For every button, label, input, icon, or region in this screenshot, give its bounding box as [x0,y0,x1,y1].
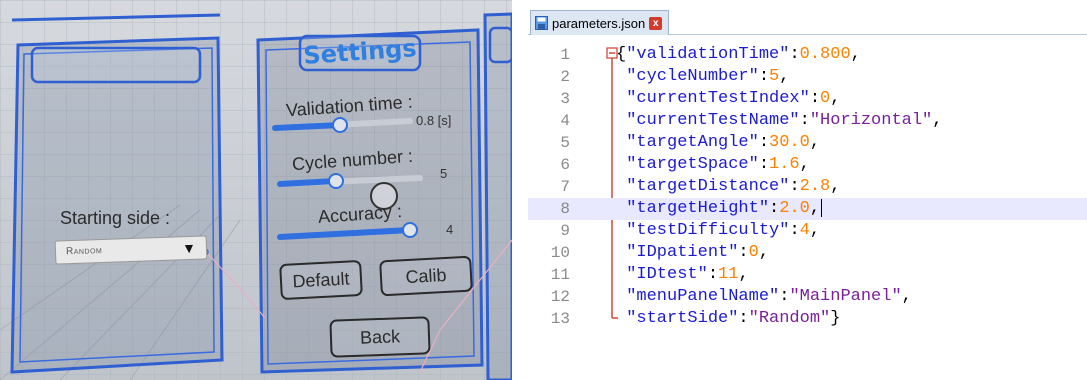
code-text: "IDtest":11, [626,265,749,284]
code-text: "targetHeight":2.0, [626,198,823,218]
json-key: "targetSpace" [626,155,759,174]
json-key: "currentTestIndex" [626,89,810,108]
code-line[interactable]: 12 "menuPanelName":"MainPanel", [528,286,1087,308]
code-text: "cycleNumber":5, [626,67,790,86]
line-number: 11 [550,266,570,284]
json-key: "validationTime" [626,45,790,64]
left-panel-frame [10,13,224,374]
code-line[interactable]: 11 "IDtest":11, [528,264,1087,286]
line-number: 9 [560,222,570,240]
code-line[interactable]: 10 "IDpatient":0, [528,242,1087,264]
tab-label: parameters.json [552,15,646,31]
line-number: 12 [550,288,570,306]
json-value: 1.6 [769,155,800,174]
code-line[interactable]: 13 "startSide":"Random"} [528,308,1087,330]
default-button[interactable]: Default [279,259,363,301]
code-text: "targetAngle":30.0, [626,133,821,152]
json-value: 0 [820,89,831,108]
code-line[interactable]: 6 "targetSpace":1.6, [528,154,1087,176]
code-text: "menuPanelName":"MainPanel", [626,287,912,306]
code-text: "currentTestName":"Horizontal", [626,111,943,130]
line-number: 8 [560,200,570,218]
json-key: "targetDistance" [626,177,790,196]
accuracy-value: 4 [446,222,454,237]
text-editor: parameters.json x 1 {"validationTime":0.8… [528,0,1087,380]
text-cursor [821,198,823,217]
code-line[interactable]: 5 "targetAngle":30.0, [528,132,1087,154]
line-number: 6 [560,156,570,174]
calib-button[interactable]: Calib [379,255,473,297]
json-key: "targetAngle" [626,133,759,152]
json-key: "testDifficulty" [626,221,790,240]
line-number: 5 [560,134,570,152]
json-key: "targetHeight" [626,199,770,218]
json-value: 2.0 [779,199,810,218]
json-key: "currentTestName" [626,111,800,130]
code-area[interactable]: 1 {"validationTime":0.800, 2 "cycleNumber"… [528,42,1087,380]
json-key: "startSide" [626,309,739,328]
json-value: 5 [769,67,780,86]
code-text: "IDpatient":0, [626,243,770,262]
code-text: "testDifficulty":4, [626,221,821,240]
right-panel-frame [483,12,512,380]
validation-time-value: 0.8 [s] [416,113,452,128]
code-line[interactable]: 2 "cycleNumber":5, [528,66,1087,88]
json-value: 4 [799,221,810,240]
json-value: "Random" [748,309,831,328]
json-value: "MainPanel" [789,287,902,306]
json-value: 30.0 [769,133,810,152]
back-button[interactable]: Back [329,316,431,358]
line-number: 4 [560,112,570,130]
close-icon[interactable]: x [649,16,663,30]
line-number: 13 [550,310,570,328]
code-line[interactable]: 1 {"validationTime":0.800, [528,44,1087,66]
chevron-down-icon: ▼ [181,239,197,257]
code-line[interactable]: 3 "currentTestIndex":0, [528,88,1087,110]
json-value: 0.800 [799,45,851,64]
json-key: "menuPanelName" [626,287,780,306]
json-key: "IDpatient" [626,243,739,262]
code-text: "currentTestIndex":0, [626,89,841,108]
code-line[interactable]: 4 "currentTestName":"Horizontal", [528,110,1087,132]
vr-scene: Settings Validation time : 0.8 [s] Cycle… [0,0,512,380]
line-number: 2 [560,68,570,86]
vr-scene-background [0,0,512,380]
json-key: "cycleNumber" [626,67,759,86]
tab-bar: parameters.json x [528,10,1087,35]
code-text: "startSide":"Random"} [626,309,841,328]
tab-parameters-json[interactable]: parameters.json x [530,10,670,35]
line-number: 3 [560,90,570,108]
json-value: 2.8 [799,177,831,196]
line-number: 1 [560,46,570,64]
starting-side-selected: Random [65,245,103,258]
code-line[interactable]: 8 "targetHeight":2.0, [528,198,1087,220]
code-line[interactable]: 9 "testDifficulty":4, [528,220,1087,242]
line-number: 7 [560,178,570,196]
json-value: 0 [748,243,759,262]
json-key: "IDtest" [626,265,708,284]
starting-side-label: Starting side : [60,208,171,228]
line-number: 10 [550,244,570,262]
json-value: 11 [718,265,739,284]
code-line[interactable]: 7 "targetDistance":2.8, [528,176,1087,198]
code-text: "targetDistance":2.8, [626,177,841,196]
cycle-number-value: 5 [440,166,448,181]
json-value: "Horizontal" [809,111,933,130]
code-text: "targetSpace":1.6, [626,155,810,174]
save-file-icon [535,16,548,30]
code-text: {"validationTime":0.800, [616,45,861,64]
